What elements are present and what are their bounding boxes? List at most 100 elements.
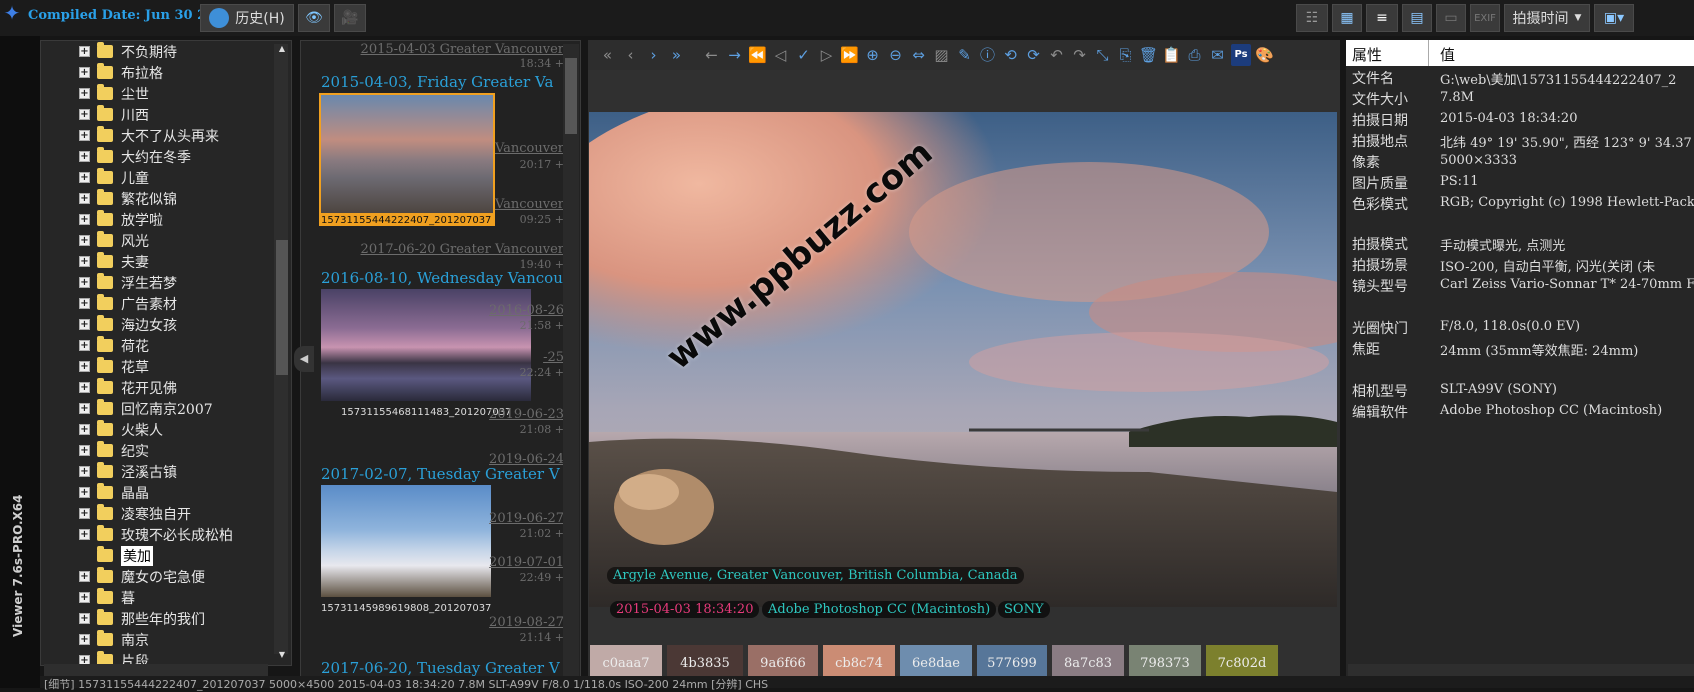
property-column-header[interactable]: 属性: [1352, 44, 1382, 65]
property-value[interactable]: Carl Zeiss Vario-Sonnar T* 24-70mm F: [1440, 277, 1694, 292]
expand-icon[interactable]: +: [79, 634, 90, 645]
expand-icon[interactable]: +: [79, 172, 90, 183]
tree-item[interactable]: + 儿童: [41, 167, 291, 188]
tree-item[interactable]: + 广告素材: [41, 293, 291, 314]
eye-view-button[interactable]: 👁: [298, 4, 330, 32]
property-value[interactable]: 2015-04-03 18:34:20: [1440, 111, 1577, 126]
tree-item[interactable]: + 布拉格: [41, 62, 291, 83]
view-grid-button[interactable]: ▦: [1332, 4, 1362, 32]
last-image-icon[interactable]: »: [665, 44, 688, 66]
property-value[interactable]: 北纬 49° 19' 35.90", 西经 123° 9' 34.37: [1440, 132, 1692, 151]
tree-item[interactable]: + 回忆南京2007: [41, 398, 291, 419]
previous-image-icon[interactable]: ‹: [619, 44, 642, 66]
tree-item[interactable]: + 玫瑰不必长成松柏: [41, 524, 291, 545]
rotate-right-icon[interactable]: ⟳: [1022, 44, 1045, 66]
info-icon[interactable]: ⓘ: [976, 44, 999, 66]
exif-button[interactable]: EXIF: [1470, 4, 1500, 32]
mail-icon[interactable]: ✉: [1206, 44, 1229, 66]
display-mode-dropdown[interactable]: ▣▾: [1594, 4, 1634, 32]
expand-icon[interactable]: +: [79, 256, 90, 267]
tree-scroll-thumb[interactable]: [276, 240, 288, 375]
expand-icon[interactable]: +: [79, 340, 90, 351]
forward-arrow-icon[interactable]: →: [723, 44, 746, 66]
scroll-up-icon[interactable]: ▲: [276, 44, 288, 54]
edit-pencil-icon[interactable]: ✎: [953, 44, 976, 66]
tree-item[interactable]: + 尘世: [41, 83, 291, 104]
rotate-left-icon[interactable]: ⟲: [999, 44, 1022, 66]
main-photo[interactable]: www.ppbuzz.com Argyle Avenue, Greater Va…: [589, 112, 1337, 607]
view-list-button[interactable]: ☷: [1296, 4, 1328, 32]
tree-item[interactable]: + 大约在冬季: [41, 146, 291, 167]
next-image-icon[interactable]: ›: [642, 44, 665, 66]
tree-item[interactable]: + 大不了从头再来: [41, 125, 291, 146]
fast-forward-icon[interactable]: ⏩: [838, 44, 861, 66]
expand-icon[interactable]: +: [79, 298, 90, 309]
property-value[interactable]: Adobe Photoshop CC (Macintosh): [1440, 403, 1662, 418]
expand-icon[interactable]: +: [79, 67, 90, 78]
undo-icon[interactable]: ↶: [1045, 44, 1068, 66]
expand-icon[interactable]: +: [79, 466, 90, 477]
zoom-in-icon[interactable]: ⊕: [861, 44, 884, 66]
tree-item[interactable]: + 花开见佛: [41, 377, 291, 398]
collapse-panel-button[interactable]: ◀: [294, 346, 314, 372]
expand-icon[interactable]: +: [79, 130, 90, 141]
property-value[interactable]: ISO-200, 自动白平衡, 闪光(关闭 (未: [1440, 256, 1655, 275]
tree-item[interactable]: + 荷花: [41, 335, 291, 356]
image-icon[interactable]: ▨: [930, 44, 953, 66]
thumbnail-selected[interactable]: [319, 93, 495, 215]
export-icon[interactable]: ⎘: [1114, 44, 1137, 66]
tree-item[interactable]: + 川西: [41, 104, 291, 125]
tree-item[interactable]: + 南京: [41, 629, 291, 650]
photo-software-tag[interactable]: Adobe Photoshop CC (Macintosh): [762, 601, 997, 618]
tree-item[interactable]: + 海边女孩: [41, 314, 291, 335]
back-arrow-icon[interactable]: ←: [700, 44, 723, 66]
expand-icon[interactable]: +: [79, 529, 90, 540]
property-value[interactable]: 手动模式曝光, 点测光: [1440, 235, 1565, 254]
date-group-heading[interactable]: 2016-08-10, Wednesday Vancou: [321, 269, 563, 287]
thumbnail-scrollbar[interactable]: [563, 44, 579, 684]
tree-item[interactable]: + 那些年的我们: [41, 608, 291, 629]
rewind-icon[interactable]: ⏪: [746, 44, 769, 66]
clipboard-icon[interactable]: 📋: [1160, 44, 1183, 66]
tree-item[interactable]: + 泾溪古镇: [41, 461, 291, 482]
redo-icon[interactable]: ↷: [1068, 44, 1091, 66]
expand-icon[interactable]: +: [79, 277, 90, 288]
expand-icon[interactable]: +: [79, 109, 90, 120]
property-value[interactable]: 5000×3333: [1440, 153, 1517, 168]
tree-item[interactable]: + 繁花似锦: [41, 188, 291, 209]
view-tiles-button[interactable]: ▤: [1402, 4, 1432, 32]
tree-item[interactable]: + 火柴人: [41, 419, 291, 440]
tree-item[interactable]: + 晶晶: [41, 482, 291, 503]
date-group-heading[interactable]: 2017-02-07, Tuesday Greater V: [321, 465, 560, 483]
zoom-out-icon[interactable]: ⊖: [884, 44, 907, 66]
expand-icon[interactable]: +: [79, 592, 90, 603]
property-value[interactable]: SLT-A99V (SONY): [1440, 382, 1557, 397]
tree-item[interactable]: + 浮生若梦: [41, 272, 291, 293]
history-button[interactable]: 历史(H): [200, 4, 294, 32]
tree-item[interactable]: +美加: [41, 545, 291, 566]
delete-icon[interactable]: 🗑: [1137, 44, 1160, 66]
view-detail-button[interactable]: ▭: [1436, 4, 1466, 32]
fit-width-icon[interactable]: ⇔: [907, 44, 930, 66]
tree-item[interactable]: + 夫妻: [41, 251, 291, 272]
tree-item[interactable]: + 纪实: [41, 440, 291, 461]
expand-icon[interactable]: +: [79, 151, 90, 162]
thumbnail-scroll-thumb[interactable]: [565, 58, 577, 134]
expand-icon[interactable]: +: [79, 445, 90, 456]
photo-date-tag[interactable]: 2015-04-03 18:34:20: [610, 601, 760, 618]
first-image-icon[interactable]: «: [596, 44, 619, 66]
expand-icon[interactable]: +: [79, 319, 90, 330]
tree-horizontal-scrollbar[interactable]: [44, 664, 268, 676]
expand-icon[interactable]: +: [79, 424, 90, 435]
expand-icon[interactable]: +: [79, 235, 90, 246]
video-camera-button[interactable]: 🎥: [334, 4, 366, 32]
view-filmstrip-button[interactable]: ≡: [1366, 4, 1398, 32]
shrink-icon[interactable]: ⤡: [1091, 44, 1114, 66]
expand-icon[interactable]: +: [79, 382, 90, 393]
property-value[interactable]: 7.8M: [1440, 90, 1474, 105]
expand-icon[interactable]: +: [79, 46, 90, 57]
expand-icon[interactable]: +: [79, 361, 90, 372]
value-column-header[interactable]: 值: [1440, 44, 1455, 65]
expand-icon[interactable]: +: [79, 214, 90, 225]
expand-icon[interactable]: +: [79, 613, 90, 624]
